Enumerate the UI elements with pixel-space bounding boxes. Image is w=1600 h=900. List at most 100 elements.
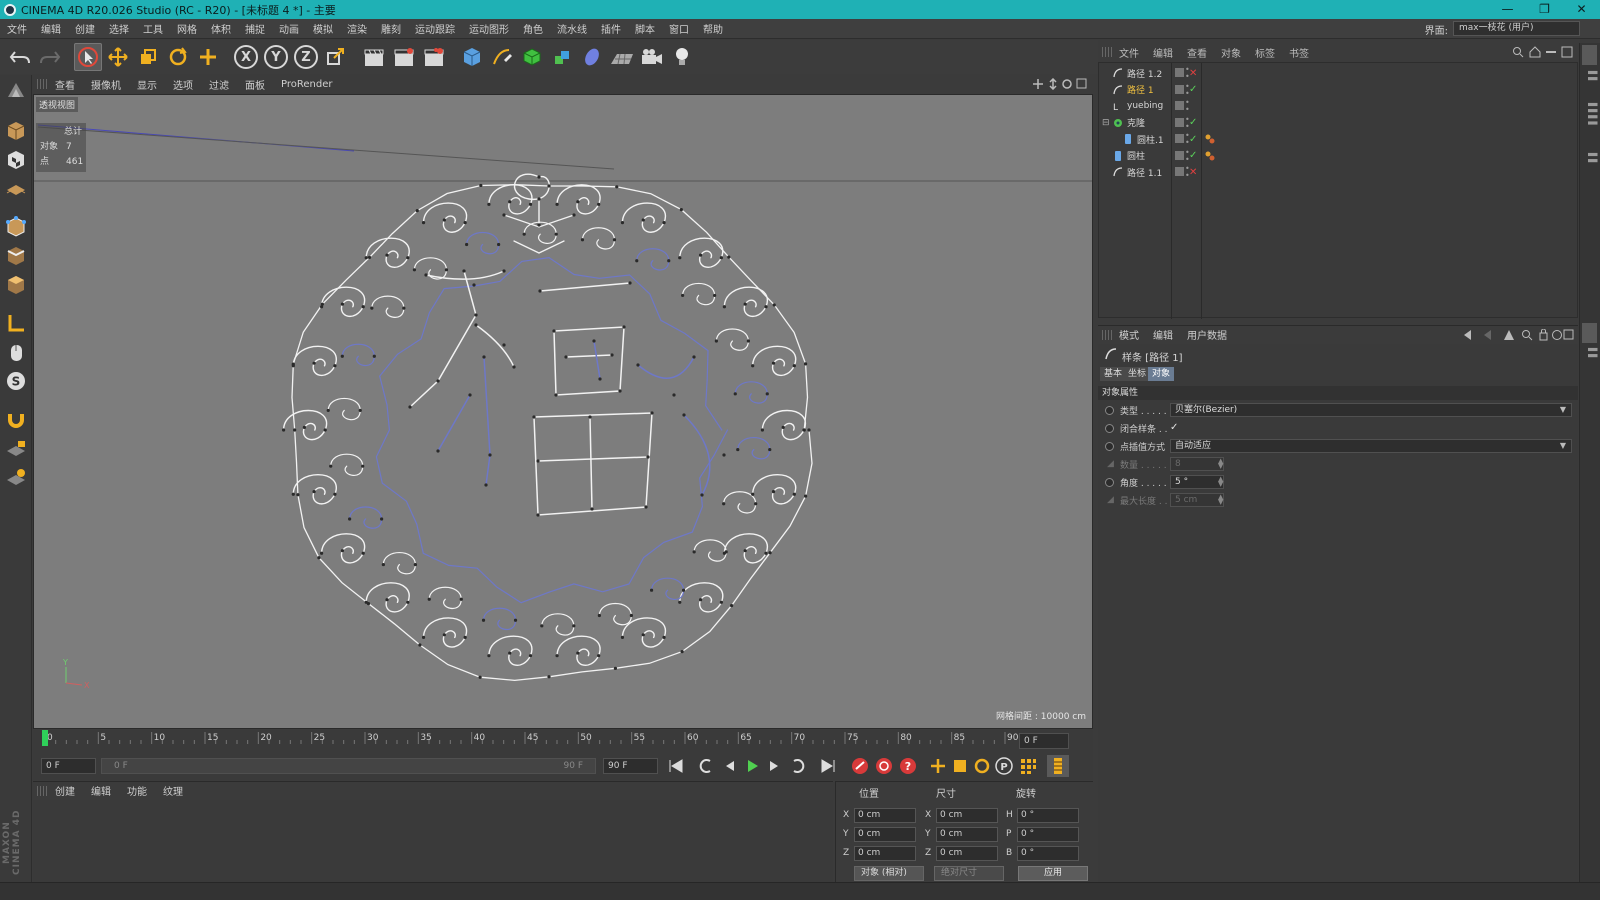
spline-scene[interactable]: Y X — [34, 95, 1093, 729]
previous-key-button[interactable] — [695, 755, 717, 777]
object-name[interactable]: yuebing — [1127, 101, 1163, 111]
layer-swatch-icon[interactable] — [1175, 68, 1184, 77]
object-manager-list[interactable]: 路径 1.2 • • ✕ 路径 1 • • ✓ Lyuebing • • ⊟ 克隆 • • ✓ 圆柱.1 • • ✓ 圆… — [1098, 62, 1578, 319]
menu-tools[interactable]: 工具 — [136, 21, 170, 36]
go-to-end-button[interactable] — [817, 755, 839, 777]
y-axis-lock-button[interactable]: Y — [262, 43, 290, 71]
rotation-p-field[interactable]: 0 ° — [1017, 827, 1079, 842]
edges-mode-button[interactable] — [2, 243, 30, 269]
viewport-menu-options[interactable]: 选项 — [165, 77, 201, 92]
menu-volume[interactable]: 体积 — [204, 21, 238, 36]
menu-motion-tracking[interactable]: 运动跟踪 — [408, 21, 462, 36]
coord-mode-select[interactable]: 对象 (相对) — [854, 866, 924, 881]
attr-menu-user-data[interactable]: 用户数据 — [1180, 327, 1234, 342]
perspective-viewport[interactable]: Y X 透视视图 总计 对象 7 点 461 网格间距 : 10000 cm — [33, 94, 1093, 729]
size-y-field[interactable]: 0 cm — [936, 827, 998, 842]
current-frame-field[interactable]: 0 F — [1019, 733, 1069, 749]
tweak-mode-button[interactable] — [2, 339, 30, 365]
disabled-x-icon[interactable]: ✕ — [1189, 167, 1197, 178]
object-name[interactable]: 圆柱.1 — [1137, 133, 1164, 146]
object-row[interactable]: 路径 1.2 • • ✕ — [1099, 65, 1577, 81]
object-row[interactable]: 圆柱.1 • • ✓ — [1099, 131, 1577, 147]
animate-toggle-icon[interactable] — [1105, 442, 1114, 451]
objmgr-tool-icons[interactable] — [1512, 46, 1574, 58]
expand-toggle-icon[interactable]: ⊟ — [1102, 118, 1110, 128]
size-z-field[interactable]: 0 cm — [936, 846, 998, 861]
undo-button[interactable] — [6, 43, 34, 71]
texture-mode-button[interactable] — [2, 147, 30, 173]
attr-menu-edit[interactable]: 编辑 — [1146, 327, 1180, 342]
side-tab-objects[interactable] — [1582, 45, 1597, 65]
viewport-menu-view[interactable]: 查看 — [47, 77, 83, 92]
render-settings-button[interactable] — [420, 43, 448, 71]
close-button[interactable]: ✕ — [1563, 0, 1600, 19]
rotation-h-field[interactable]: 0 ° — [1017, 808, 1079, 823]
attr-number-field[interactable]: 8 — [1170, 457, 1224, 471]
menu-animate[interactable]: 动画 — [272, 21, 306, 36]
menu-help[interactable]: 帮助 — [696, 21, 730, 36]
menu-file[interactable]: 文件 — [0, 21, 34, 36]
menu-edit[interactable]: 编辑 — [34, 21, 68, 36]
phong-tag-icon[interactable] — [1205, 134, 1215, 144]
workplane-mode-button[interactable] — [2, 176, 30, 202]
side-tab-takes[interactable]: ▌▌ — [1583, 71, 1597, 83]
soft-selection-button[interactable] — [2, 406, 30, 432]
live-selection-button[interactable] — [74, 43, 102, 71]
material-menu-edit[interactable]: 编辑 — [83, 783, 119, 798]
rotate-tool-button[interactable] — [164, 43, 192, 71]
camera-object-button[interactable] — [638, 43, 666, 71]
object-row[interactable]: 圆柱 • • ✓ — [1099, 148, 1577, 164]
viewport-nav-icons[interactable] — [1033, 78, 1087, 90]
frame-range-slider[interactable]: 0 F 90 F — [101, 758, 596, 774]
viewport-menu-filter[interactable]: 过滤 — [201, 77, 237, 92]
objmgr-menu-view[interactable]: 查看 — [1180, 45, 1214, 60]
material-menu-function[interactable]: 功能 — [119, 783, 155, 798]
enabled-check-icon[interactable]: ✓ — [1189, 84, 1197, 95]
timeline-layout-button[interactable] — [1047, 755, 1069, 777]
record-keys-button[interactable] — [849, 755, 871, 777]
attr-dropdown[interactable]: 贝塞尔(Bezier) — [1170, 403, 1572, 417]
start-frame-field[interactable]: 0 F — [41, 758, 96, 774]
attr-checkbox[interactable]: ✓ — [1170, 422, 1181, 433]
object-name[interactable]: 路径 1.2 — [1127, 67, 1162, 80]
position-z-field[interactable]: 0 cm — [854, 846, 916, 861]
cube-object-button[interactable] — [458, 43, 486, 71]
apply-button[interactable]: 应用 — [1018, 866, 1088, 881]
spline-pen-button[interactable] — [488, 43, 516, 71]
viewport-menu-prorender[interactable]: ProRender — [273, 79, 340, 90]
size-x-field[interactable]: 0 cm — [936, 808, 998, 823]
object-row[interactable]: 路径 1.1 • • ✕ — [1099, 164, 1577, 180]
viewport-menu-panel[interactable]: 面板 — [237, 77, 273, 92]
layout-select[interactable]: max一枝花 (用户) — [1453, 21, 1580, 36]
material-menu-create[interactable]: 创建 — [47, 783, 83, 798]
deformer-button[interactable] — [578, 43, 606, 71]
side-tab-layers[interactable]: ▌▌ — [1583, 348, 1597, 360]
menu-create[interactable]: 创建 — [68, 21, 102, 36]
stepper-arrows-icon[interactable]: ▲ ▼ — [1218, 494, 1223, 506]
layer-swatch-icon[interactable] — [1175, 150, 1184, 160]
play-button[interactable] — [741, 755, 763, 777]
attr-tab-object[interactable]: 对象 — [1148, 367, 1175, 381]
enabled-check-icon[interactable]: ✓ — [1189, 134, 1197, 145]
stepper-arrows-icon[interactable]: ▲ ▼ — [1218, 476, 1223, 488]
stepper-arrows-icon[interactable]: ▲ ▼ — [1218, 458, 1223, 470]
animate-toggle-icon[interactable] — [1105, 424, 1114, 433]
key-scale-button[interactable] — [949, 755, 971, 777]
position-y-field[interactable]: 0 cm — [854, 827, 916, 842]
next-frame-button[interactable] — [763, 755, 785, 777]
array-object-button[interactable] — [548, 43, 576, 71]
redo-button[interactable] — [36, 43, 64, 71]
model-mode-button[interactable] — [2, 118, 30, 144]
object-row[interactable]: Lyuebing • • — [1099, 98, 1577, 114]
auto-keying-button[interactable] — [873, 755, 895, 777]
objmgr-menu-objects[interactable]: 对象 — [1214, 45, 1248, 60]
menu-simulate[interactable]: 模拟 — [306, 21, 340, 36]
disabled-x-icon[interactable]: ✕ — [1189, 68, 1197, 79]
keyframe-selection-button[interactable]: ? — [897, 755, 919, 777]
layer-swatch-icon[interactable] — [1175, 117, 1184, 127]
attr-tab-coord[interactable]: 坐标 — [1124, 367, 1151, 381]
make-editable-button[interactable] — [2, 78, 30, 104]
attr-dropdown[interactable]: 自动适应 — [1170, 439, 1572, 453]
next-key-button[interactable] — [787, 755, 809, 777]
menu-script[interactable]: 脚本 — [628, 21, 662, 36]
